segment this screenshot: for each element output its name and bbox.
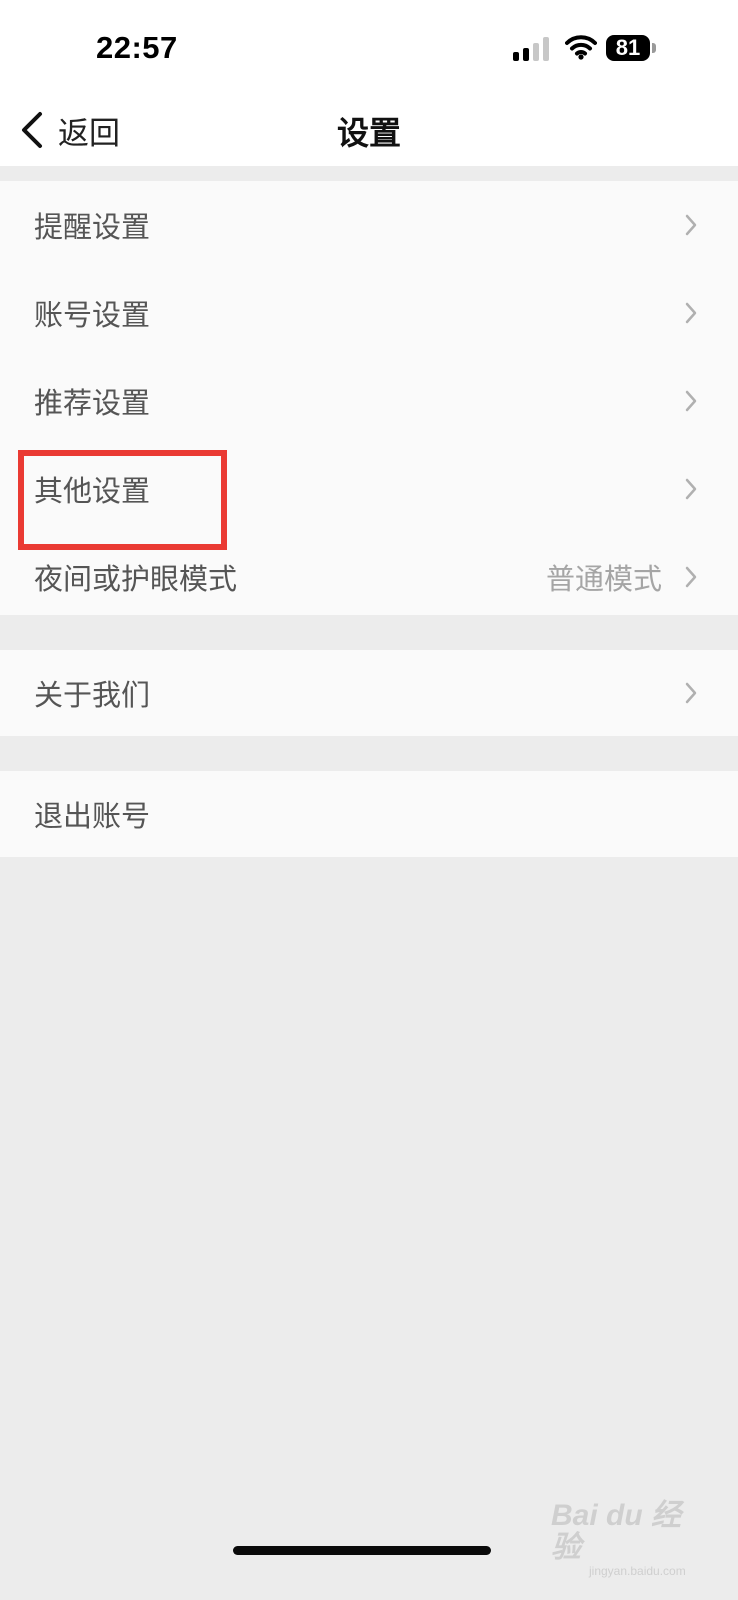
logout-label: 退出账号: [34, 799, 151, 833]
status-time: 22:57: [96, 30, 178, 65]
watermark-main: Bai du 经验: [551, 1499, 682, 1564]
settings-item-recommendation[interactable]: 推荐设置: [0, 357, 738, 445]
highlight-box: [18, 450, 227, 550]
settings-item-about[interactable]: 关于我们: [0, 650, 738, 736]
cellular-signal-icon: [513, 37, 549, 61]
settings-item-reminder[interactable]: 提醒设置: [0, 181, 738, 269]
battery-icon: 81: [606, 35, 650, 61]
nav-bar: 返回 设置: [0, 100, 738, 166]
settings-group-logout: 退出账号: [0, 771, 738, 857]
chevron-right-icon: [684, 681, 698, 709]
chevron-right-icon: [684, 477, 698, 505]
settings-item-label: 夜间或护眼模式: [34, 562, 238, 596]
home-indicator[interactable]: [233, 1546, 491, 1555]
settings-item-label: 提醒设置: [34, 210, 151, 244]
page-title: 设置: [336, 114, 401, 152]
chevron-right-icon: [684, 389, 698, 417]
settings-item-account[interactable]: 账号设置: [0, 269, 738, 357]
chevron-right-icon: [684, 213, 698, 241]
chevron-right-icon: [684, 301, 698, 329]
wifi-icon: [565, 34, 597, 64]
settings-item-label: 推荐设置: [34, 386, 151, 420]
watermark-sub: jingyan.baidu.com: [589, 1564, 686, 1578]
settings-item-label: 账号设置: [34, 298, 151, 332]
baidu-watermark: Bai du 经验 jingyan.baidu.com: [551, 1499, 701, 1579]
logout-button[interactable]: 退出账号: [0, 771, 738, 857]
status-bar: 22:57 81: [0, 0, 738, 100]
chevron-right-icon: [684, 565, 698, 593]
battery-nub: [652, 43, 656, 53]
settings-group-about: 关于我们: [0, 650, 738, 736]
settings-item-label: 关于我们: [34, 678, 151, 712]
settings-item-value: 普通模式: [545, 562, 662, 596]
